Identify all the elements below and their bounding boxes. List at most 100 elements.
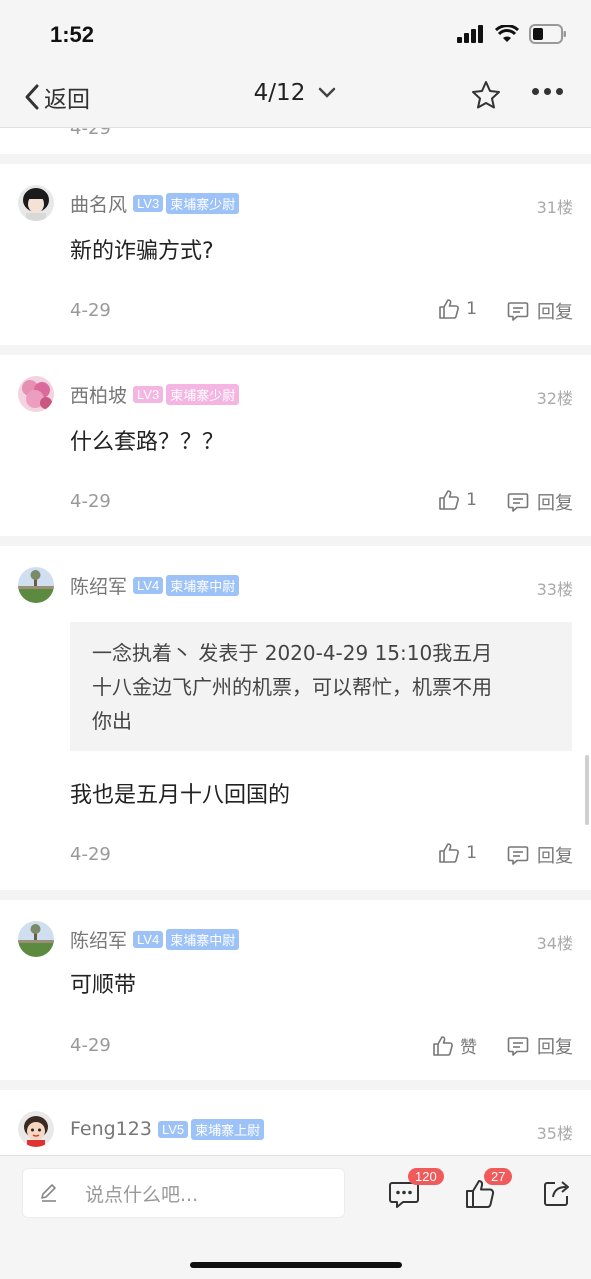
username[interactable]: 曲名风 xyxy=(70,190,127,217)
post-date: 4-29 xyxy=(70,300,111,321)
post-item: Feng123 LV5 柬埔寨上尉 35楼 xyxy=(0,1090,591,1155)
quote-line: 一念执着丶 发表于 2020-4-29 15:10我五月 xyxy=(92,641,493,665)
floor-number: 31楼 xyxy=(536,198,573,217)
comment-icon xyxy=(507,1037,529,1056)
like-post-button[interactable]: 27 xyxy=(464,1168,513,1214)
rank-badge: 柬埔寨中尉 xyxy=(166,574,240,596)
quote-line: 十八金边飞广州的机票，可以帮忙，机票不用 xyxy=(92,675,492,699)
page-selector[interactable]: 4/12 xyxy=(0,80,591,106)
page-indicator: 4/12 xyxy=(253,80,306,106)
post-footer: 4-29 1 回复 xyxy=(0,489,591,519)
thumbs-up-icon xyxy=(439,299,460,319)
reply-label: 回复 xyxy=(537,1037,573,1058)
floor-number: 35楼 xyxy=(536,1124,573,1143)
share-button[interactable] xyxy=(542,1178,572,1212)
avatar[interactable] xyxy=(18,1111,54,1147)
like-button[interactable]: 1 xyxy=(438,489,477,511)
post-header: 西柏坡 LV3 柬埔寨少尉 xyxy=(18,375,240,413)
post-footer: 4-29 1 回复 xyxy=(0,842,591,872)
star-icon xyxy=(472,81,500,109)
thumbs-up-icon xyxy=(433,1035,453,1056)
avatar[interactable] xyxy=(18,567,54,603)
reply-label: 回复 xyxy=(537,302,573,323)
thumbs-up-icon xyxy=(439,843,460,863)
post-text: 我也是五月十八回国的 xyxy=(70,783,291,808)
comment-input[interactable]: 说点什么吧... xyxy=(22,1168,345,1218)
reply-button[interactable]: 回复 xyxy=(507,1033,573,1059)
level-badge: LV4 xyxy=(133,930,164,948)
reply-button[interactable]: 回复 xyxy=(507,842,573,868)
like-label: 赞 xyxy=(460,1038,477,1058)
thumbs-up-icon xyxy=(439,490,460,510)
comment-icon xyxy=(507,302,529,321)
nav-bar: 返回 4/12 xyxy=(0,70,591,128)
home-indicator[interactable] xyxy=(190,1262,402,1268)
like-button[interactable]: 1 xyxy=(438,298,477,320)
rank-badge: 柬埔寨少尉 xyxy=(166,383,240,405)
avatar[interactable] xyxy=(18,185,54,221)
floor-number: 32楼 xyxy=(536,389,573,408)
level-badge: LV4 xyxy=(133,576,164,594)
reply-button[interactable]: 回复 xyxy=(507,298,573,324)
reply-label: 回复 xyxy=(537,846,573,867)
username[interactable]: 陈绍军 xyxy=(70,926,127,953)
rank-badge: 柬埔寨上尉 xyxy=(191,1118,265,1140)
level-badge: LV5 xyxy=(157,1120,189,1138)
username[interactable]: 陈绍军 xyxy=(70,572,127,599)
post-text: 可顺带 xyxy=(70,973,137,998)
post-header: 陈绍军 LV4 柬埔寨中尉 xyxy=(18,920,240,958)
post-item: 曲名风 LV3 柬埔寨少尉 31楼 新的诈骗方式? 4-29 1 回复 xyxy=(0,164,591,355)
post-header: 曲名风 LV3 柬埔寨少尉 xyxy=(18,184,240,222)
scrollbar[interactable] xyxy=(585,755,589,825)
post-date: 4-29 xyxy=(70,1035,111,1056)
more-icon-dot xyxy=(544,88,551,95)
status-time: 1:52 xyxy=(50,22,95,47)
favorite-button[interactable] xyxy=(471,80,501,114)
post-date: 4-29 xyxy=(70,844,111,865)
quoted-reply: 一念执着丶 发表于 2020-4-29 15:10我五月 十八金边飞广州的机票，… xyxy=(70,622,572,751)
pencil-icon xyxy=(41,1184,56,1202)
post-item: 陈绍军 LV4 柬埔寨中尉 33楼 一念执着丶 发表于 2020-4-29 15… xyxy=(0,546,591,900)
post-header: 陈绍军 LV4 柬埔寨中尉 xyxy=(18,566,240,604)
more-icon-dot xyxy=(532,88,539,95)
post-header: Feng123 LV5 柬埔寨上尉 xyxy=(18,1110,265,1148)
level-badge: LV3 xyxy=(133,385,164,403)
status-bar: 1:52 xyxy=(0,0,591,70)
rank-badge: 柬埔寨少尉 xyxy=(166,192,240,214)
previous-post-stub: 4-29 xyxy=(0,128,591,164)
post-footer: 4-29 赞 回复 xyxy=(0,1033,591,1063)
username[interactable]: 西柏坡 xyxy=(70,381,127,408)
like-count: 1 xyxy=(466,490,477,510)
wifi-icon xyxy=(495,25,519,42)
avatar[interactable] xyxy=(18,376,54,412)
more-icon-dot xyxy=(556,88,563,95)
comment-icon xyxy=(507,846,529,865)
comments-button[interactable]: 120 xyxy=(388,1168,444,1214)
floor-number: 34楼 xyxy=(536,934,573,953)
more-button[interactable] xyxy=(532,88,563,95)
comments-count-badge: 120 xyxy=(408,1168,444,1185)
level-badge: LV3 xyxy=(133,194,164,212)
avatar[interactable] xyxy=(18,921,54,957)
reply-label: 回复 xyxy=(537,493,573,514)
like-button[interactable]: 赞 xyxy=(432,1033,477,1058)
post-list[interactable]: 4-29 曲名风 LV3 柬埔寨少尉 31楼 新的诈骗方式? 4-29 1 回复… xyxy=(0,128,591,1155)
signal-icon xyxy=(457,25,483,43)
post-text: 新的诈骗方式? xyxy=(70,239,214,264)
rank-badge: 柬埔寨中尉 xyxy=(166,928,240,950)
chevron-down-icon xyxy=(319,87,336,98)
comment-icon xyxy=(507,493,529,512)
post-footer: 4-29 1 回复 xyxy=(0,298,591,328)
post-item: 西柏坡 LV3 柬埔寨少尉 32楼 什么套路？？？ 4-29 1 回复 xyxy=(0,355,591,546)
post-text: 什么套路？？？ xyxy=(70,430,225,455)
likes-count-badge: 27 xyxy=(484,1168,513,1185)
bottom-toolbar: 说点什么吧... 120 27 xyxy=(0,1155,591,1279)
username[interactable]: Feng123 xyxy=(70,1118,152,1140)
battery-icon xyxy=(529,24,566,44)
like-count: 1 xyxy=(466,843,477,863)
reply-button[interactable]: 回复 xyxy=(507,489,573,515)
like-button[interactable]: 1 xyxy=(438,842,477,864)
status-icons xyxy=(457,24,567,44)
post-item: 陈绍军 LV4 柬埔寨中尉 34楼 可顺带 4-29 赞 回复 xyxy=(0,900,591,1090)
post-date: 4-29 xyxy=(70,491,111,512)
